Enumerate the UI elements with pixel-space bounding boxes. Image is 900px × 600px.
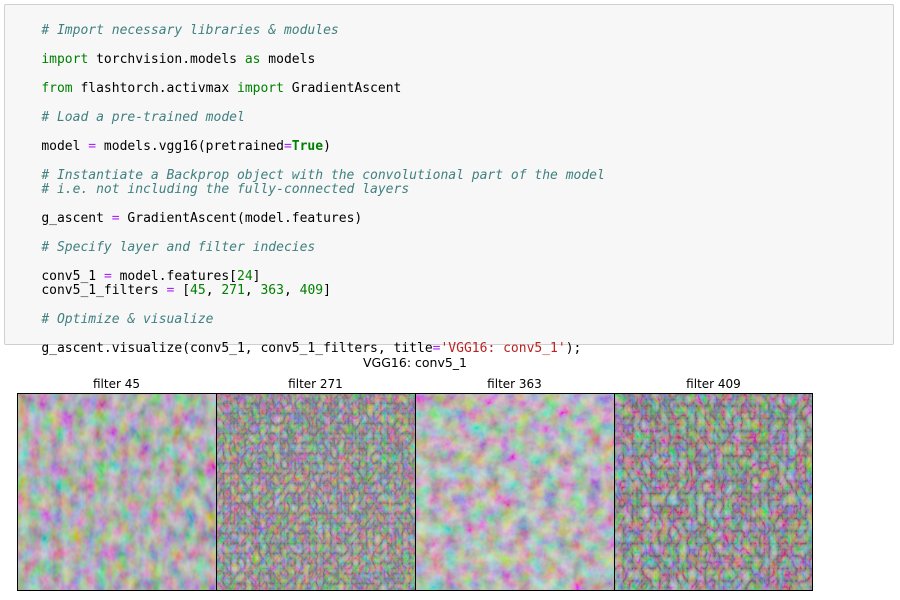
code-text: conv5_1_filters (41, 283, 167, 298)
code-text: g_ascent (41, 211, 112, 226)
filter-visualization-image (17, 393, 217, 591)
comment-text: # Load a pre-trained model (41, 110, 245, 125)
code-text: [ (174, 283, 191, 298)
panel-title-filter-45: filter 45 (93, 377, 140, 391)
panel-title-filter-363: filter 363 (487, 377, 542, 391)
number-literal: 409 (299, 283, 324, 298)
number-literal: 45 (190, 283, 206, 298)
keyword-import: import (41, 52, 89, 67)
panel-title-filter-271: filter 271 (288, 377, 343, 391)
comment-text: # i.e. not including the fully-connected… (41, 182, 410, 197)
code-text: ) (323, 139, 331, 154)
code-text: flashtorch.activmax (72, 81, 237, 96)
number-literal: 271 (221, 283, 245, 298)
operator: = (111, 211, 120, 226)
code-text: GradientAscent(model.features) (119, 211, 363, 226)
code-text: , (283, 283, 300, 298)
number-literal: 363 (260, 283, 284, 298)
code-text: , (244, 283, 261, 298)
operator: = (283, 139, 292, 154)
output-figure: VGG16: conv5_1 filter 45 filter 271 filt… (0, 350, 900, 600)
filter-visualization-image (415, 393, 615, 591)
code-text: model (41, 139, 89, 154)
figure-suptitle: VGG16: conv5_1 (362, 355, 467, 370)
filter-409-texture (615, 394, 812, 590)
code-text: , (205, 283, 222, 298)
filter-45-texture (18, 394, 216, 590)
panel-title-filter-409: filter 409 (686, 377, 741, 391)
filter-visualization-image (614, 393, 813, 591)
code-text: GradientAscent (283, 81, 402, 96)
keyword-import: import (237, 81, 284, 96)
comment-text: # Optimize & visualize (41, 312, 214, 327)
code-cell[interactable]: # Import necessary libraries & modules i… (4, 4, 894, 356)
code-text: torchvision.models (88, 52, 245, 67)
keyword-as: as (244, 52, 261, 67)
filter-363-texture (416, 394, 614, 590)
keyword-true: True (291, 139, 324, 154)
filter-visualization-image (216, 393, 416, 591)
code-text: ] (323, 283, 331, 298)
keyword-from: from (41, 81, 73, 96)
code-text: models.vgg16(pretrained (96, 139, 284, 154)
comment-text: # Import necessary libraries & modules (41, 23, 339, 38)
code-text: models (260, 52, 316, 67)
comment-text: # Specify layer and filter indecies (41, 240, 316, 255)
filter-271-texture (217, 394, 415, 590)
operator: = (88, 139, 97, 154)
